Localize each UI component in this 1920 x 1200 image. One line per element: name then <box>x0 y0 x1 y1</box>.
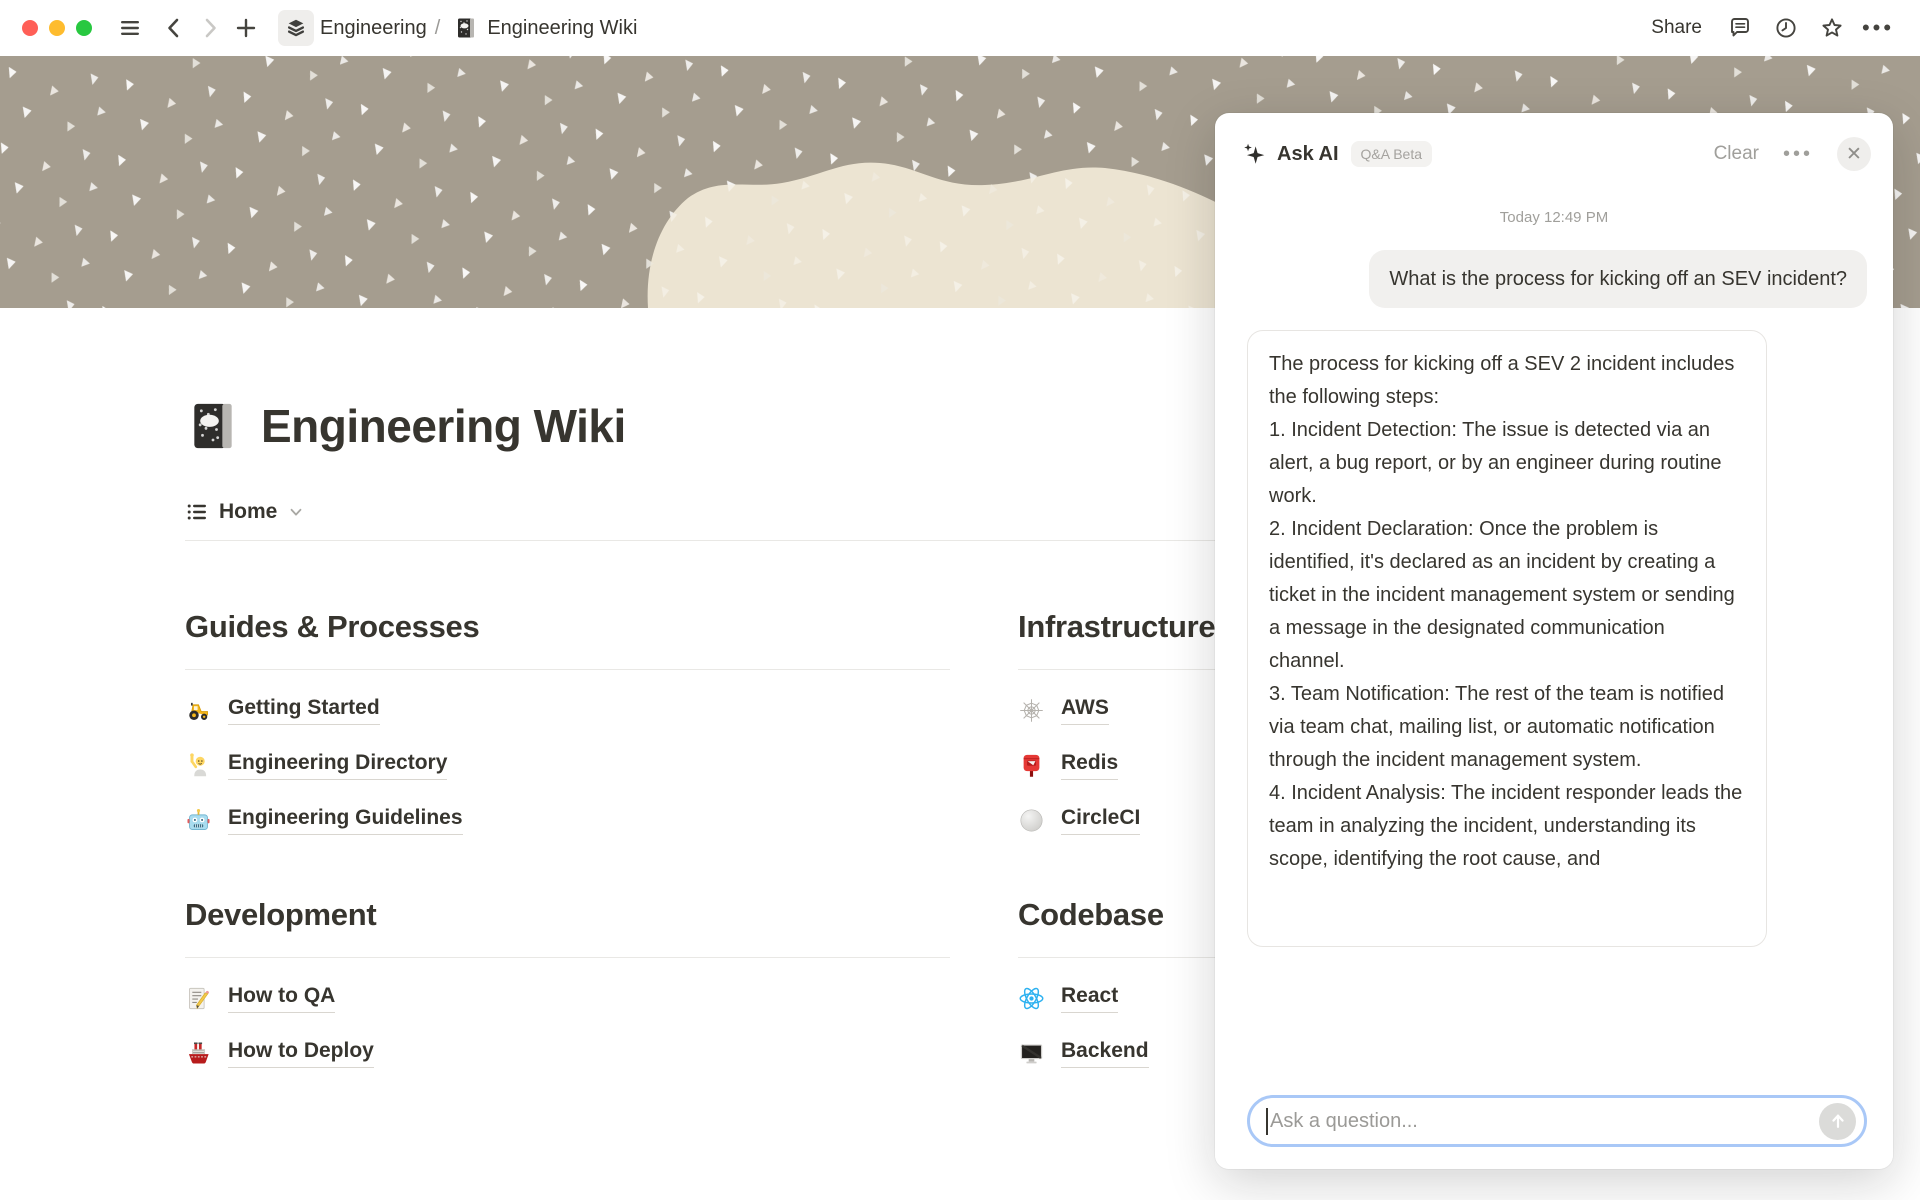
clock-icon <box>1774 16 1798 40</box>
divider <box>185 957 950 958</box>
page-link-label[interactable]: React <box>1061 984 1118 1013</box>
sidebar-menu-button[interactable] <box>112 10 148 46</box>
breadcrumb-team[interactable]: Engineering <box>320 17 427 40</box>
page-link-label[interactable]: Engineering Guidelines <box>228 806 463 835</box>
chat-thread[interactable]: Today 12:49 PM What is the process for k… <box>1215 185 1893 1169</box>
ship-icon <box>185 1040 212 1067</box>
new-page-button[interactable] <box>228 10 264 46</box>
minimize-window-button[interactable] <box>49 20 65 36</box>
chevron-down-icon <box>287 503 305 521</box>
star-icon <box>1820 16 1844 40</box>
ellipsis-icon: ••• <box>1862 23 1894 33</box>
close-panel-button[interactable]: ✕ <box>1837 137 1871 171</box>
comment-icon <box>1728 16 1752 40</box>
breadcrumb: Engineering / Engineering Wiki <box>320 16 637 40</box>
ai-sparkle-icon <box>1241 141 1267 167</box>
page-link-label[interactable]: AWS <box>1061 696 1109 725</box>
page-link-engineering-guidelines[interactable]: Engineering Guidelines <box>185 806 950 835</box>
page-link-engineering-directory[interactable]: Engineering Directory <box>185 751 950 780</box>
more-options-button[interactable]: ••• <box>1860 10 1896 46</box>
page-link-label[interactable]: Engineering Directory <box>228 751 447 780</box>
view-tab-label: Home <box>219 500 277 524</box>
tractor-icon <box>185 697 212 724</box>
teamspace-icon-chip[interactable] <box>278 10 314 46</box>
close-window-button[interactable] <box>22 20 38 36</box>
page-link-label[interactable]: How to QA <box>228 984 335 1013</box>
ask-ai-panel: Ask AI Q&A Beta Clear ••• ✕ Today 12:49 … <box>1215 113 1893 1169</box>
window-toolbar: Engineering / Engineering Wiki Share <box>0 0 1920 56</box>
ask-question-input[interactable] <box>1270 1110 1819 1133</box>
chat-timestamp: Today 12:49 PM <box>1215 209 1893 226</box>
section-heading: Guides & Processes <box>185 609 950 645</box>
ask-ai-title: Ask AI <box>1277 143 1339 166</box>
chevron-left-icon <box>162 16 186 40</box>
page-link-label[interactable]: Getting Started <box>228 696 380 725</box>
react-atom-icon <box>1018 985 1045 1012</box>
text-caret <box>1266 1108 1268 1135</box>
chevron-right-icon <box>198 16 222 40</box>
send-button[interactable] <box>1819 1103 1856 1140</box>
section-heading: Development <box>185 897 950 933</box>
memo-pencil-icon <box>185 985 212 1012</box>
history-button[interactable] <box>1768 10 1804 46</box>
hamburger-icon <box>118 16 142 40</box>
monitor-icon <box>1018 1040 1045 1067</box>
share-button[interactable]: Share <box>1641 11 1712 45</box>
gray-circle-icon <box>1018 807 1045 834</box>
person-raising-hand-icon <box>185 752 212 779</box>
page-link-getting-started[interactable]: Getting Started <box>185 696 950 725</box>
qa-beta-badge: Q&A Beta <box>1351 141 1432 167</box>
clear-button[interactable]: Clear <box>1714 143 1759 165</box>
forward-button[interactable] <box>192 10 228 46</box>
page-link-label[interactable]: CircleCI <box>1061 806 1140 835</box>
postbox-icon <box>1018 752 1045 779</box>
robot-icon <box>185 807 212 834</box>
list-view-icon <box>185 500 209 524</box>
layers-icon <box>285 17 307 39</box>
close-icon: ✕ <box>1846 143 1862 166</box>
divider <box>185 669 950 670</box>
spider-web-icon <box>1018 697 1045 724</box>
page-link-label[interactable]: How to Deploy <box>228 1039 374 1068</box>
breadcrumb-page[interactable]: Engineering Wiki <box>487 17 637 40</box>
favorite-button[interactable] <box>1814 10 1850 46</box>
notebook-icon <box>454 16 478 40</box>
ai-answer-bubble: The process for kicking off a SEV 2 inci… <box>1247 330 1767 947</box>
zoom-window-button[interactable] <box>76 20 92 36</box>
panel-more-options-button[interactable]: ••• <box>1783 143 1813 166</box>
back-button[interactable] <box>156 10 192 46</box>
page-title: Engineering Wiki <box>261 399 626 453</box>
ask-question-bar[interactable] <box>1247 1095 1867 1147</box>
notebook-icon <box>185 398 241 454</box>
breadcrumb-separator: / <box>435 17 441 40</box>
traffic-lights <box>22 20 92 36</box>
user-question-bubble: What is the process for kicking off an S… <box>1369 250 1867 308</box>
arrow-up-icon <box>1828 1111 1848 1131</box>
plus-icon <box>234 16 258 40</box>
comments-button[interactable] <box>1722 10 1758 46</box>
page-link-label[interactable]: Redis <box>1061 751 1118 780</box>
page-link-how-to-deploy[interactable]: How to Deploy <box>185 1039 950 1068</box>
page-link-how-to-qa[interactable]: How to QA <box>185 984 950 1013</box>
page-link-label[interactable]: Backend <box>1061 1039 1149 1068</box>
